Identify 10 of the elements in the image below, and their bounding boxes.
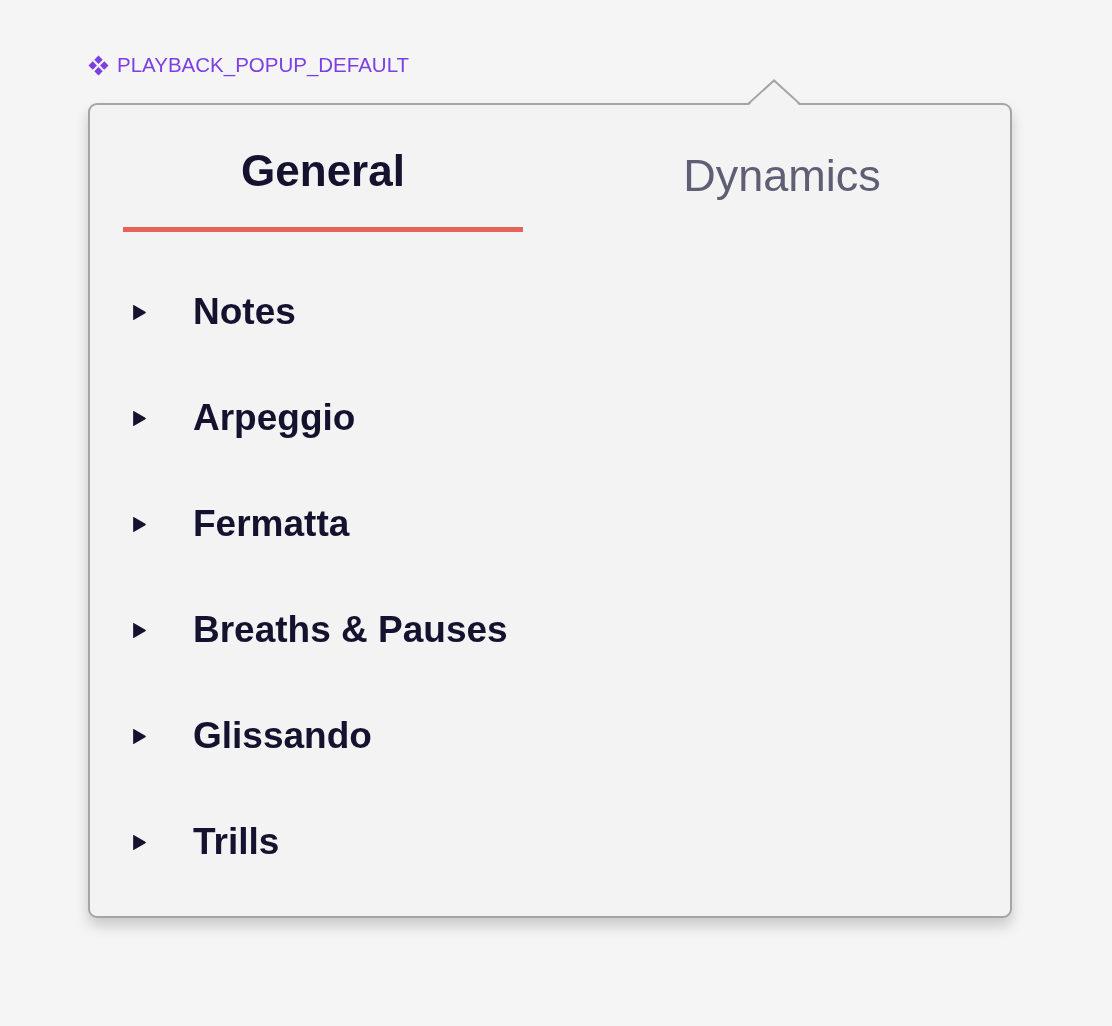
section-toggle[interactable]: Breaths & Pauses bbox=[131, 577, 508, 683]
section-toggle[interactable]: Glissando bbox=[131, 683, 372, 789]
component-icon bbox=[88, 54, 109, 76]
tab[interactable]: Dynamics bbox=[582, 105, 982, 232]
component-label: PLAYBACK_POPUP_DEFAULT bbox=[117, 53, 410, 77]
tab[interactable]: General bbox=[123, 105, 523, 232]
section-toggle[interactable]: Trills bbox=[131, 789, 280, 895]
section-toggle[interactable]: Arpeggio bbox=[131, 365, 356, 471]
section-toggle[interactable]: Fermatta bbox=[131, 471, 350, 577]
section-toggle[interactable]: Notes bbox=[131, 259, 296, 365]
